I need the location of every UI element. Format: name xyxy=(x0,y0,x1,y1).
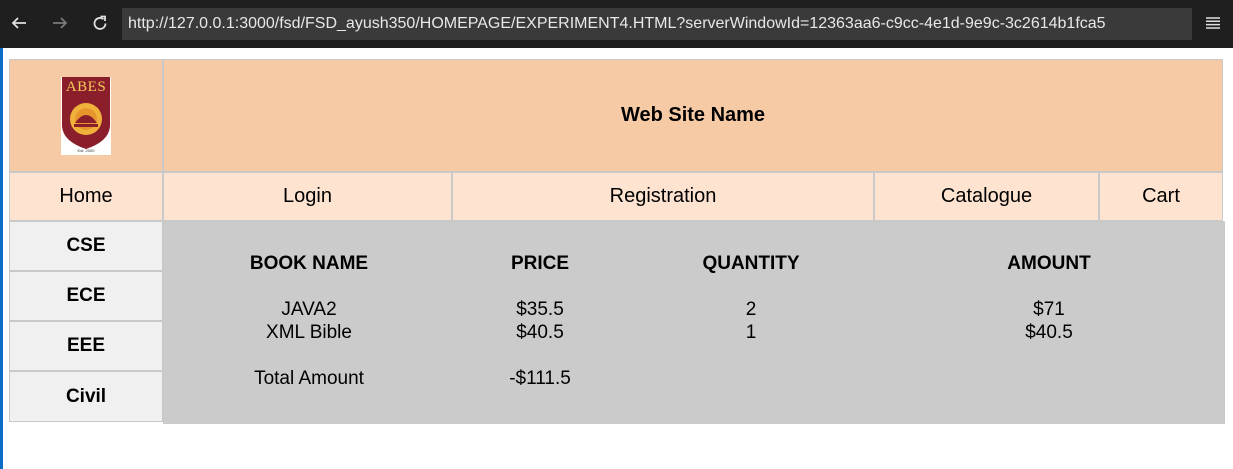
quantity-cell: 2 xyxy=(745,299,757,320)
quantity-cell: 1 xyxy=(745,322,757,343)
amount-cell: $40.5 xyxy=(1025,322,1073,343)
menu-icon[interactable] xyxy=(1202,12,1224,34)
book-name-cell: XML Bible xyxy=(266,322,352,343)
column-header-book-name: BOOK NAME xyxy=(249,253,369,274)
sidebar-item-ece[interactable]: ECE xyxy=(9,271,163,321)
reload-icon[interactable] xyxy=(86,9,114,37)
sidebar-item-civil[interactable]: Civil xyxy=(9,371,163,422)
forward-arrow-icon[interactable] xyxy=(46,9,74,37)
book-name-cell: JAVA2 xyxy=(281,299,337,320)
college-logo: ABES Est. 2000 xyxy=(61,76,111,155)
nav-registration[interactable]: Registration xyxy=(452,172,874,221)
logo-text: ABES xyxy=(65,78,107,95)
total-amount-label: Total Amount xyxy=(254,368,364,389)
address-bar[interactable]: http://127.0.0.1:3000/fsd/FSD_ayush350/H… xyxy=(122,8,1192,40)
browser-toolbar: http://127.0.0.1:3000/fsd/FSD_ayush350/H… xyxy=(0,0,1233,48)
nav-login[interactable]: Login xyxy=(163,172,452,221)
column-header-quantity: QUANTITY xyxy=(702,253,800,274)
column-header-amount: AMOUNT xyxy=(1007,253,1091,274)
sidebar-item-cse[interactable]: CSE xyxy=(9,221,163,271)
price-cell: $35.5 xyxy=(516,299,564,320)
nav-home[interactable]: Home xyxy=(9,172,163,221)
nav-cart[interactable]: Cart xyxy=(1099,172,1223,221)
total-amount-value: -$111.5 xyxy=(509,368,571,389)
window-edge xyxy=(0,48,3,469)
sidebar-item-eee[interactable]: EEE xyxy=(9,321,163,371)
cart-table: BOOK NAME PRICE QUANTITY AMOUNT JAVA2 $3… xyxy=(163,221,1225,424)
back-arrow-icon[interactable] xyxy=(5,9,33,37)
column-header-price: PRICE xyxy=(510,253,570,274)
site-name: Web Site Name xyxy=(163,59,1223,172)
logo-caption: Est. 2000 xyxy=(77,147,95,153)
nav-catalogue[interactable]: Catalogue xyxy=(874,172,1099,221)
amount-cell: $71 xyxy=(1033,299,1065,320)
price-cell: $40.5 xyxy=(516,322,564,343)
logo-cell: ABES Est. 2000 xyxy=(9,59,163,172)
